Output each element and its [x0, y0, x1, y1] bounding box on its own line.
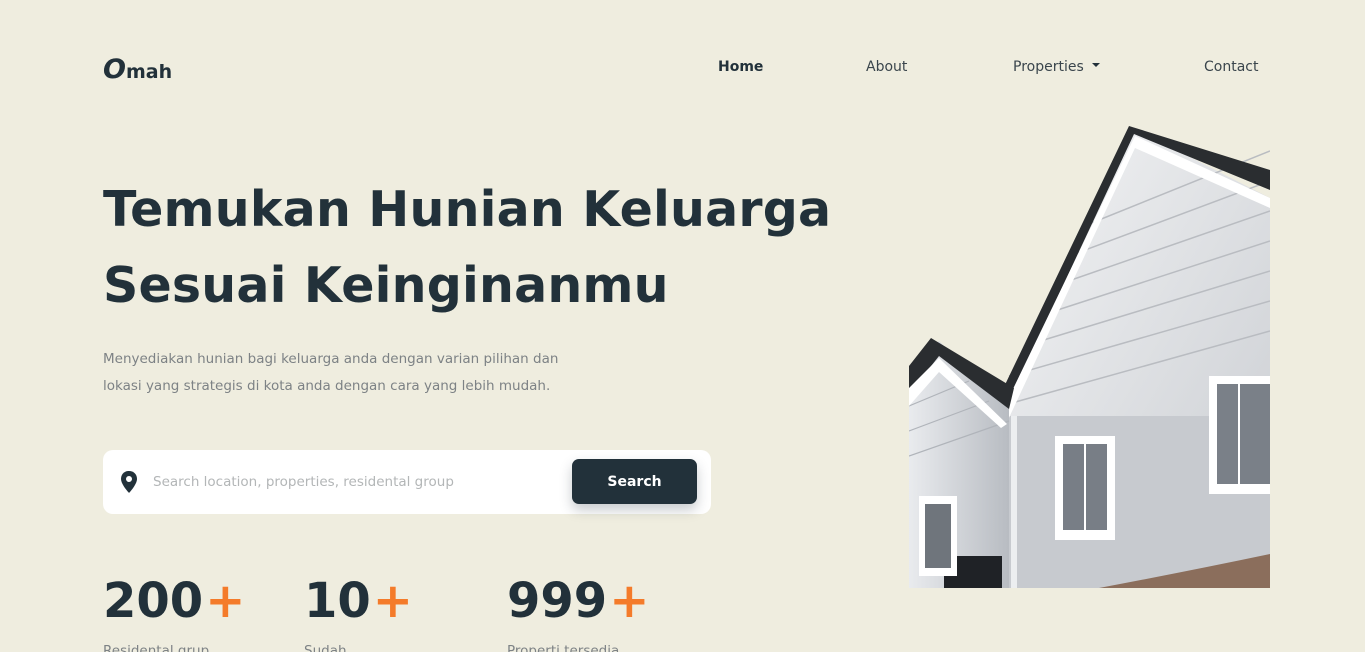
house-image [909, 126, 1270, 588]
map-pin-icon [121, 471, 137, 493]
nav-about[interactable]: About [866, 59, 907, 75]
chevron-down-icon [1091, 63, 1100, 67]
stat-value: 200 + [103, 572, 245, 630]
stat-sudah: 10 + Sudah [304, 572, 413, 652]
logo[interactable]: O mah [103, 54, 172, 85]
logo-text: mah [125, 61, 173, 83]
hero-title: Temukan Hunian Keluarga Sesuai Keinginan… [103, 172, 863, 324]
stat-label: Sudah [304, 643, 347, 652]
hero-title-line-1: Temukan Hunian Keluarga [103, 181, 832, 238]
nav-properties-label: Properties [1013, 59, 1084, 75]
stat-number: 10 [304, 573, 371, 629]
stat-plus: + [609, 573, 650, 629]
hero-desc-line-2: lokasi yang strategis di kota anda denga… [103, 378, 551, 394]
logo-mark: O [103, 54, 126, 85]
stat-value: 999 + [507, 572, 649, 630]
stat-residental: 200 + Residental grup [103, 572, 245, 652]
hero-desc-line-1: Menyediakan hunian bagi keluarga anda de… [103, 351, 559, 367]
nav-home[interactable]: Home [718, 59, 763, 75]
stat-label: Residental grup [103, 643, 210, 652]
stat-number: 999 [507, 573, 608, 629]
nav-properties[interactable]: Properties [1013, 59, 1100, 75]
nav-contact[interactable]: Contact [1204, 59, 1258, 75]
stat-value: 10 + [304, 572, 413, 630]
search-input[interactable] [153, 468, 553, 496]
search-button[interactable]: Search [572, 459, 697, 504]
stat-properti: 999 + Properti tersedia [507, 572, 649, 652]
stat-plus: + [372, 573, 414, 629]
hero-title-line-2: Sesuai Keinginanmu [103, 257, 669, 314]
stat-plus: + [205, 573, 246, 629]
stat-number: 200 [103, 573, 204, 629]
search-bar: Search [103, 450, 711, 514]
stat-label: Properti tersedia [507, 643, 620, 652]
hero-description: Menyediakan hunian bagi keluarga anda de… [103, 346, 623, 400]
